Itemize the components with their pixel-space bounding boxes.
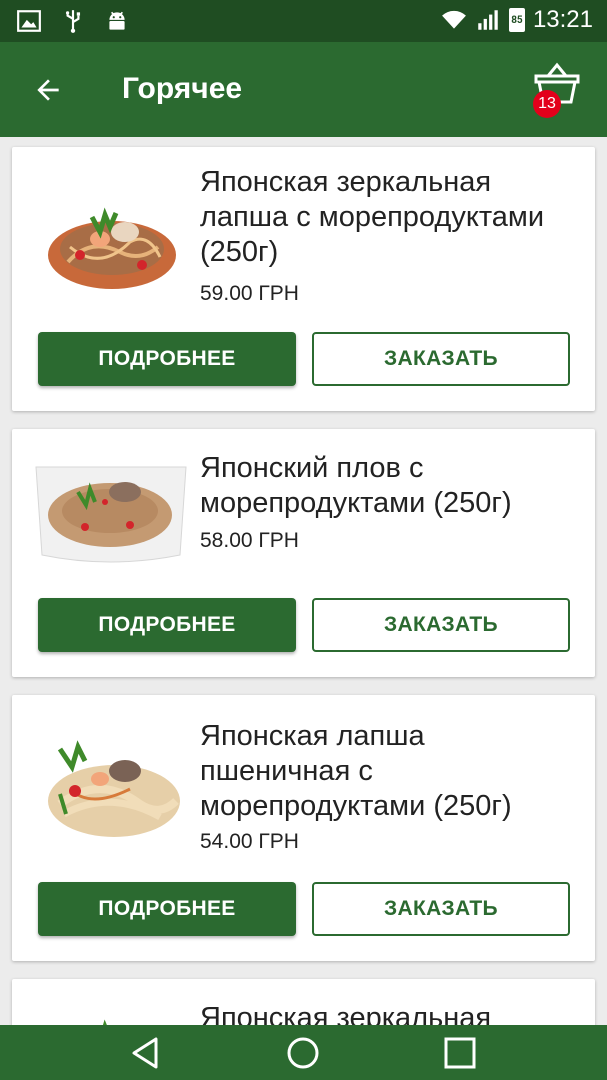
product-image [48, 740, 180, 837]
wifi-icon [442, 10, 466, 29]
cart-count: 13 [538, 95, 556, 112]
app-bar: Горячее 13 [0, 42, 607, 137]
product-name: Японский плов с морепродуктами (250г) [200, 452, 512, 519]
product-card: Японская зеркальная [12, 979, 595, 1025]
navigation-bar [0, 1025, 607, 1080]
product-name: Японская зеркальная [200, 1002, 492, 1025]
cart-button[interactable]: 13 [533, 60, 589, 118]
order-button[interactable]: ЗАКАЗАТЬ [312, 598, 570, 652]
signal-icon [478, 10, 498, 30]
product-name: Японская зеркальная лапша с морепродукта… [200, 166, 545, 268]
product-name: Японская лапша пшеничная с морепродуктам… [200, 720, 512, 822]
details-button[interactable]: ПОДРОБНЕЕ [38, 598, 296, 652]
order-button[interactable]: ЗАКАЗАТЬ [312, 332, 570, 386]
cart-count-badge: 13 [533, 90, 561, 118]
status-time: 13:21 [532, 6, 593, 33]
order-button[interactable]: ЗАКАЗАТЬ [312, 882, 570, 936]
product-list[interactable]: Японская зеркальная лапша с морепродукта… [0, 137, 607, 1025]
product-price: 54.00 ГРН [200, 830, 299, 853]
product-image [48, 207, 176, 289]
details-button[interactable]: ПОДРОБНЕЕ [38, 332, 296, 386]
battery-level: 85 [511, 14, 523, 26]
nav-back-icon[interactable] [126, 1033, 166, 1073]
nav-recents-icon[interactable] [440, 1033, 480, 1073]
product-image [102, 1019, 107, 1025]
product-card: Японская лапша пшеничная с морепродуктам… [12, 695, 595, 961]
battery-icon: 85 [508, 8, 525, 32]
nav-home-icon[interactable] [283, 1033, 323, 1073]
product-price: 59.00 ГРН [200, 282, 299, 305]
arrow-back-icon [37, 79, 59, 101]
product-image [35, 466, 187, 563]
status-bar: 85 13:21 [0, 0, 607, 42]
image-icon [17, 10, 41, 32]
back-button[interactable] [24, 66, 72, 114]
product-price: 58.00 ГРН [200, 529, 299, 552]
product-card: Японская зеркальная лапша с морепродукта… [12, 147, 595, 411]
usb-icon [65, 10, 81, 33]
product-card: Японский плов с морепродуктами (250г) 58… [12, 429, 595, 677]
page-title: Горячее [122, 72, 243, 105]
details-button[interactable]: ПОДРОБНЕЕ [38, 882, 296, 936]
android-icon [109, 11, 125, 30]
